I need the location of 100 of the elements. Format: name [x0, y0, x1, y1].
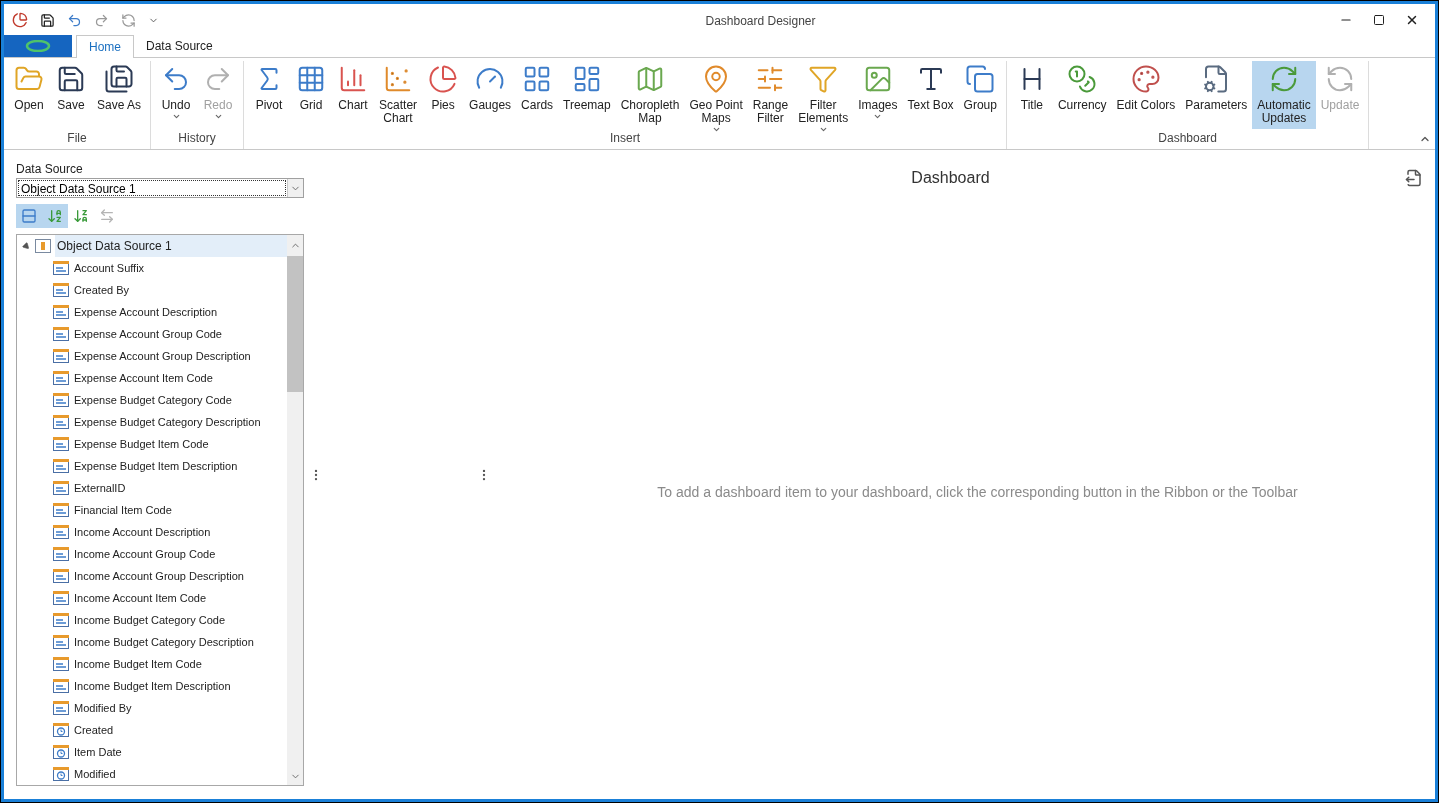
caret-icon [171, 112, 181, 121]
ribbon-button[interactable]: Text Box [902, 61, 959, 129]
caret-icon [711, 125, 721, 134]
text-field-icon [53, 679, 69, 693]
undo-icon[interactable] [67, 12, 82, 28]
tree-item[interactable]: Account Suffix [74, 259, 145, 277]
text-field-icon [53, 459, 69, 473]
tree-item[interactable]: Item Date [74, 743, 122, 761]
ribbon-button[interactable]: Edit Colors [1111, 61, 1181, 129]
tree-item[interactable]: Expense Account Group Code [74, 325, 222, 343]
app-icon [12, 12, 28, 28]
tree-item[interactable]: ExternalID [74, 479, 126, 497]
ribbon-button[interactable]: Open [8, 61, 50, 129]
ribbon-button[interactable]: Images [853, 61, 903, 129]
tree-item[interactable]: Created By [74, 281, 130, 299]
ribbon-button[interactable]: Choropleth Map [615, 61, 685, 129]
tree-item[interactable]: Income Account Description [74, 523, 211, 541]
dashboard-title: Dashboard [911, 169, 990, 186]
ribbon-button[interactable]: Geo Point Maps [684, 61, 748, 129]
caret-icon [213, 112, 223, 121]
ribbon-button[interactable]: Group [958, 61, 1002, 129]
save-icon[interactable] [40, 12, 55, 28]
tree-item[interactable]: Income Budget Category Code [74, 611, 226, 629]
tree-node[interactable]: Object Data Source 1 [55, 235, 287, 257]
tree-item[interactable]: Expense Budget Item Description [74, 457, 238, 475]
ribbon-button[interactable]: Pies [422, 61, 465, 129]
ribbon-button[interactable]: Chart [332, 61, 375, 129]
text-field-icon [53, 283, 69, 297]
tree-item[interactable]: Expense Budget Category Description [74, 413, 261, 431]
tree-item[interactable]: Expense Account Description [74, 303, 218, 321]
ribbon-button[interactable]: Gauges [464, 61, 517, 129]
ribbon-tab[interactable]: Data Source [134, 35, 225, 57]
text-field-icon [53, 305, 69, 319]
text-field-icon [53, 701, 69, 715]
ribbon-button[interactable]: Currency [1052, 61, 1112, 129]
funnel-icon [808, 64, 839, 94]
tree-item[interactable]: Expense Account Item Code [74, 369, 213, 387]
ribbon-button[interactable]: Cards [516, 61, 559, 129]
text-field-icon [53, 569, 69, 583]
ribbon-tab[interactable]: Home [76, 35, 134, 58]
scrollbar-thumb[interactable] [287, 256, 303, 392]
field-toolbar-button[interactable] [42, 204, 68, 228]
ribbon-button[interactable]: Save [50, 61, 92, 129]
sort-descending-icon [73, 208, 89, 224]
ribbon-group-label: Dashboard [1158, 130, 1217, 147]
ribbon-button[interactable]: Range Filter [747, 61, 794, 129]
field-toolbar-button[interactable] [16, 204, 42, 228]
ribbon-button[interactable]: Scatter Chart [374, 61, 423, 129]
date-field-icon [53, 767, 69, 781]
ribbon-button[interactable]: Filter Elements [793, 61, 854, 129]
tree-item[interactable]: Income Account Group Code [74, 545, 216, 563]
floppy-disks-icon [104, 64, 134, 94]
refresh-icon[interactable] [121, 12, 136, 28]
ribbon-button[interactable]: Save As [92, 61, 147, 129]
window-title: Dashboard Designer [705, 14, 816, 28]
text-field-icon [53, 591, 69, 605]
empty-dashboard-message: To add a dashboard item to your dashboard, click the corresponding button in the Ribbon or the Toolbar [657, 483, 1298, 502]
tree-item[interactable]: Income Account Group Description [74, 567, 244, 585]
tree-item[interactable]: Income Budget Item Code [74, 655, 202, 673]
tree-item[interactable]: Income Account Item Code [74, 589, 207, 607]
application-menu-button[interactable] [4, 35, 72, 57]
text-field-icon [53, 481, 69, 495]
tree-item[interactable]: Expense Account Group Description [74, 347, 251, 365]
text-field-icon [53, 349, 69, 363]
tree-item[interactable]: Modified [74, 765, 116, 783]
expanded-arrow-icon[interactable] [21, 241, 32, 251]
ribbon-button[interactable]: Grid [290, 61, 333, 129]
app-logo-icon [25, 40, 51, 52]
data-source-dropdown[interactable]: Object Data Source 1 [16, 178, 304, 198]
data-source-icon [35, 239, 51, 253]
swap-arrows-icon [99, 208, 115, 224]
maximize-icon[interactable] [1373, 14, 1385, 26]
scrollbar[interactable] [287, 235, 303, 785]
tree-item[interactable]: Financial Item Code [74, 501, 172, 519]
ribbon-button[interactable]: Parameters [1180, 61, 1253, 129]
caret-icon [873, 112, 883, 121]
tree-item[interactable]: Expense Budget Category Code [74, 391, 232, 409]
text-field-icon [53, 437, 69, 451]
date-field-icon [53, 745, 69, 759]
data-source-label: Data Source [16, 162, 84, 176]
ribbon-button[interactable]: Pivot [248, 61, 291, 129]
ribbon-button[interactable]: Treemap [558, 61, 616, 129]
tree-item[interactable]: Modified By [74, 699, 132, 717]
close-icon[interactable] [1405, 13, 1419, 27]
ribbon-button[interactable]: Undo [155, 61, 198, 129]
pie-chart-icon [428, 64, 459, 94]
text-field-icon [53, 547, 69, 561]
sort-ascending-icon [47, 208, 63, 224]
ribbon-button[interactable]: Title [1010, 61, 1053, 129]
ribbon-group-label: File [67, 130, 87, 147]
redo-icon[interactable] [94, 12, 109, 28]
export-icon[interactable] [1405, 169, 1423, 187]
tree-item[interactable]: Income Budget Item Description [74, 677, 231, 695]
tree-item[interactable]: Income Budget Category Description [74, 633, 254, 651]
text-field-icon [53, 657, 69, 671]
date-field-icon [53, 723, 69, 737]
caret-icon [818, 125, 828, 134]
tree-item[interactable]: Created [74, 721, 114, 739]
tree-item[interactable]: Expense Budget Item Code [74, 435, 209, 453]
ribbon-button[interactable]: Automatic Updates [1252, 61, 1316, 129]
